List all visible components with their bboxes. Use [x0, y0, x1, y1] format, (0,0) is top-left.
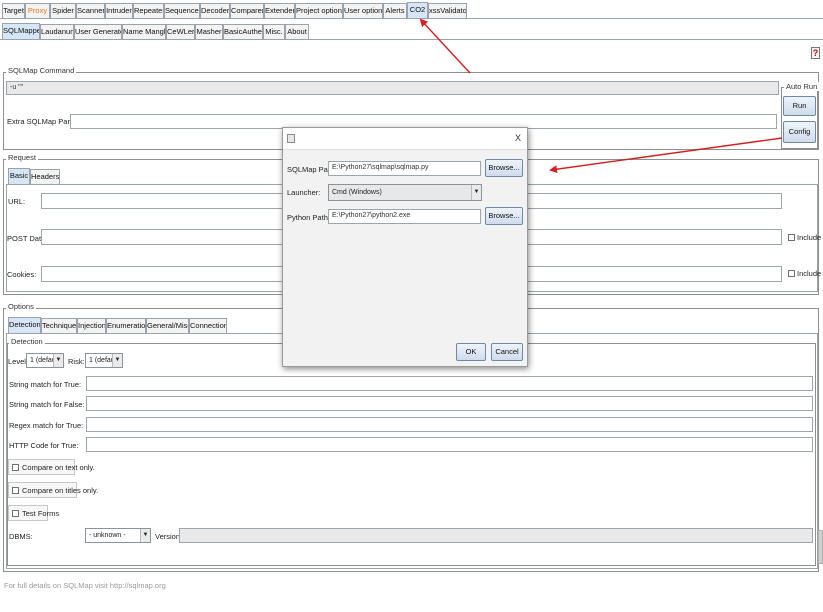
- arrow-from-config-button: [549, 137, 783, 174]
- annotation-arrows: [419, 18, 783, 174]
- arrow-to-co2-tab: [419, 18, 471, 74]
- scrollbar-thumb[interactable]: [818, 530, 823, 564]
